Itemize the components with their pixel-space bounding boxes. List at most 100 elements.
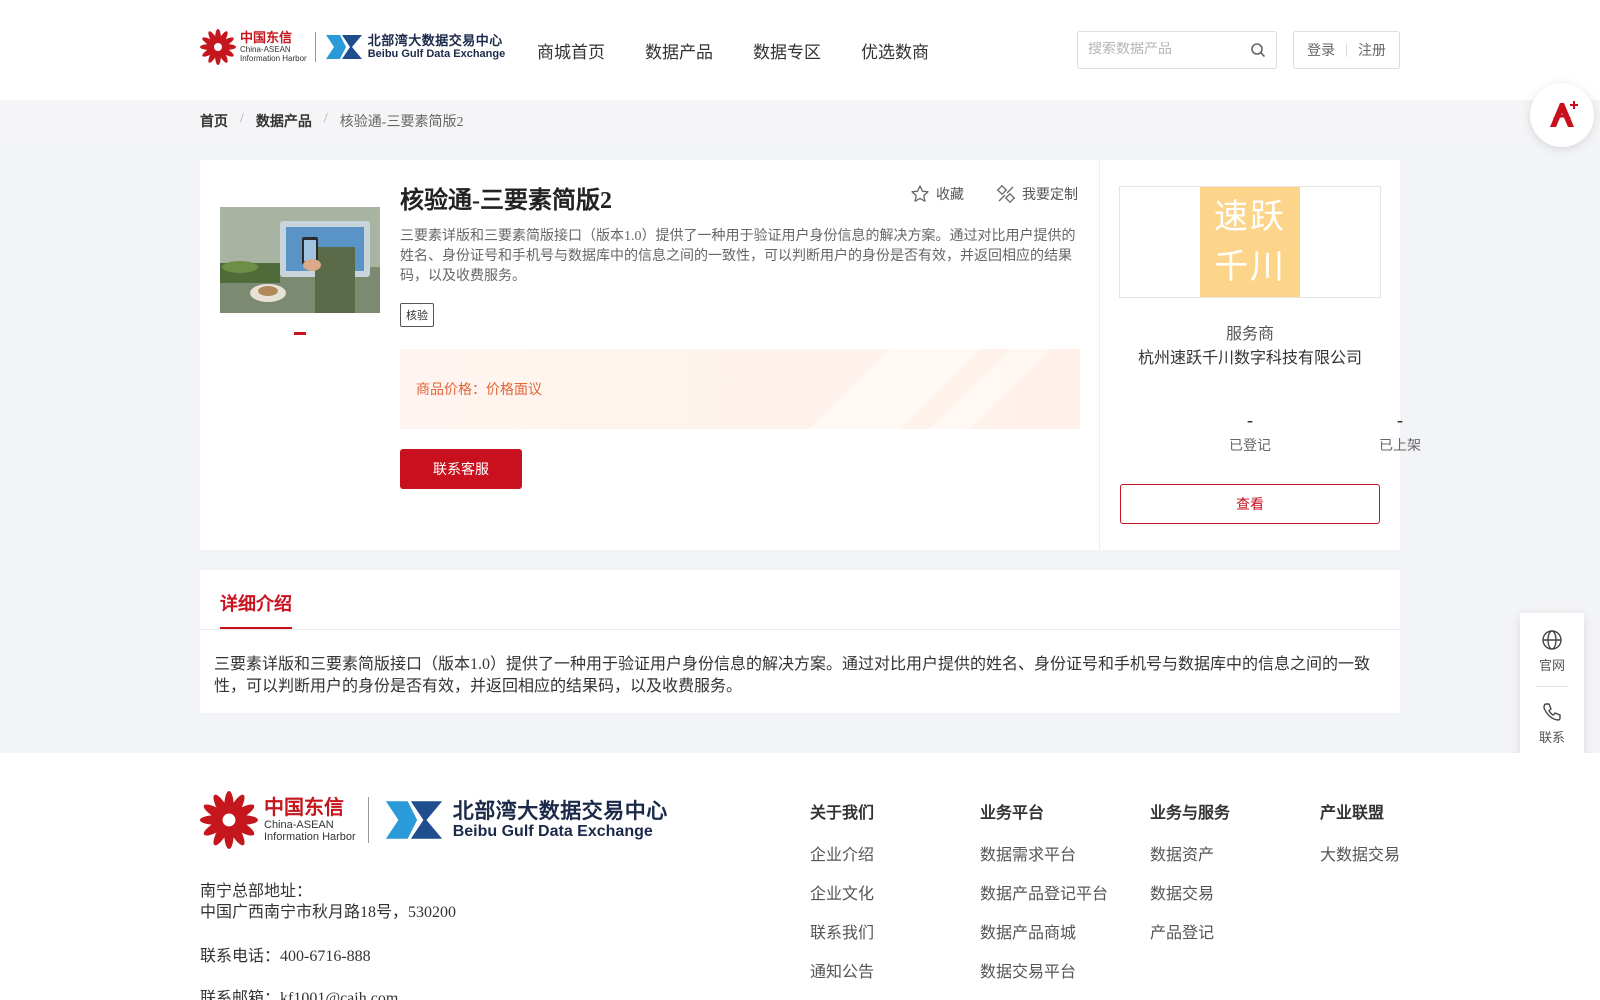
- nav-data-products[interactable]: 数据产品: [645, 38, 713, 63]
- footer-logo-en-line1: China-ASEAN: [264, 819, 334, 831]
- vendor-logo: 速跃 千川: [1200, 187, 1300, 297]
- registered-stat: - 已登记: [1205, 410, 1295, 455]
- assistant-a-plus-icon: [1550, 101, 1578, 127]
- footer-link[interactable]: 产品登记: [1150, 919, 1230, 958]
- price-panel: 商品价格：价格面议: [400, 349, 1080, 429]
- card-divider: [1099, 160, 1100, 550]
- footer-col-title: 关于我们: [810, 805, 875, 822]
- product-photo-illustration: [220, 207, 380, 313]
- customize-button[interactable]: 我要定制: [996, 184, 1078, 204]
- product-title: 核验通-三要素简版2: [400, 188, 612, 214]
- side-website-button[interactable]: 官网: [1520, 629, 1584, 674]
- footer-link[interactable]: 数据交易: [1150, 880, 1230, 919]
- login-link[interactable]: 登录: [1307, 40, 1335, 60]
- nav-mall-home[interactable]: 商城首页: [537, 38, 605, 63]
- customize-tools-icon: [996, 184, 1016, 204]
- footer-link[interactable]: 通知公告: [810, 958, 874, 997]
- tab-detail-intro[interactable]: 详细介绍: [220, 590, 292, 616]
- breadcrumb-current: 核验通-三要素简版2: [339, 115, 464, 130]
- footer-col-platform: 业务平台 数据需求平台 数据产品登记平台 数据产品商城 数据交易平台: [980, 799, 1108, 997]
- footer-link[interactable]: 数据交易平台: [980, 958, 1108, 997]
- breadcrumb: 首页 / 数据产品 / 核验通-三要素简版2: [200, 111, 463, 131]
- breadcrumb-separator: /: [323, 111, 328, 126]
- logo-en-line1: China-ASEAN: [240, 45, 291, 54]
- footer-logo2-en-text: Beibu Gulf Data Exchange: [452, 822, 653, 840]
- globe-icon: [1542, 630, 1562, 650]
- search-input[interactable]: [1088, 42, 1248, 58]
- footer-link[interactable]: 企业介绍: [810, 841, 874, 880]
- side-contact-button[interactable]: 联系: [1520, 701, 1584, 746]
- breadcrumb-bar: 首页 / 数据产品 / 核验通-三要素简版2: [0, 100, 1600, 140]
- price-text: 商品价格：价格面议: [416, 379, 542, 399]
- floating-assistant-button[interactable]: [1530, 83, 1594, 147]
- footer: 中国东信 China-ASEAN Information Harbor 北部湾大…: [0, 753, 1600, 1000]
- detail-section: 详细介绍 三要素详版和三要素简版接口（版本1.0）提供了一种用于验证用户身份信息…: [200, 570, 1400, 713]
- footer-link[interactable]: 企业文化: [810, 880, 874, 919]
- footer-col-title: 业务与服务: [1150, 805, 1231, 822]
- footer-link[interactable]: 数据需求平台: [980, 841, 1108, 880]
- footer-link[interactable]: 数据产品登记平台: [980, 880, 1108, 919]
- vendor-logo-box: 速跃 千川: [1119, 186, 1381, 298]
- footer-col-title: 产业联盟: [1320, 805, 1385, 822]
- site-logo[interactable]: 中国东信 China-ASEAN Information Harbor 北部湾大…: [200, 29, 505, 65]
- price-value: 价格面议: [486, 383, 542, 398]
- footer-address-label: 南宁总部地址：: [200, 883, 313, 900]
- star-icon: [911, 185, 929, 202]
- logo2-en-text: Beibu Gulf Data Exchange: [367, 48, 506, 60]
- side-float-divider: [1536, 686, 1568, 687]
- auth-box: 登录 注册: [1293, 31, 1400, 69]
- nav-data-zone[interactable]: 数据专区: [753, 38, 821, 63]
- breadcrumb-data-products[interactable]: 数据产品: [256, 111, 312, 131]
- side-contact-label: 联系: [1538, 730, 1565, 745]
- view-vendor-button[interactable]: 查看: [1120, 484, 1380, 524]
- detail-text: 三要素详版和三要素简版接口（版本1.0）提供了一种用于验证用户身份信息的解决方案…: [214, 656, 1371, 695]
- listed-label: 已上架: [1379, 439, 1421, 454]
- product-description: 三要素详版和三要素简版接口（版本1.0）提供了一种用于验证用户身份信息的解决方案…: [400, 229, 1076, 284]
- favorite-button[interactable]: 收藏: [910, 184, 964, 204]
- china-asean-flower-logo-icon: [200, 29, 236, 65]
- footer-email[interactable]: 联系邮箱：kf1001@caih.com: [200, 984, 398, 1000]
- contact-service-button[interactable]: 联系客服: [400, 449, 522, 489]
- logo-cn-text: 中国东信: [240, 30, 293, 45]
- breadcrumb-home[interactable]: 首页: [200, 111, 228, 131]
- footer-logo2-cn-text: 北部湾大数据交易中心: [452, 799, 668, 823]
- customize-label: 我要定制: [1022, 188, 1078, 203]
- main-nav: 商城首页 数据产品 数据专区 优选数商: [537, 38, 929, 63]
- vendor-name: 杭州速跃千川数字科技有限公司: [1137, 350, 1362, 367]
- nav-preferred-vendors[interactable]: 优选数商: [861, 38, 929, 63]
- search-icon[interactable]: [1250, 42, 1266, 58]
- logo-divider: [314, 32, 316, 62]
- vendor-logo-text-1: 速跃: [1214, 199, 1286, 236]
- footer-link[interactable]: 数据资产: [1150, 841, 1230, 880]
- registered-count: -: [1247, 410, 1253, 430]
- vendor-logo-text-2: 千川: [1214, 249, 1286, 286]
- footer-address: 南宁总部地址： 中国广西南宁市秋月路18号，530200: [200, 881, 456, 923]
- favorite-label: 收藏: [936, 188, 964, 203]
- product-tag[interactable]: 核验: [400, 303, 434, 327]
- product-card: 核验通-三要素简版2 收藏 我要定制 三要素详版和三要素简版接口（版本1.0）提…: [200, 160, 1421, 550]
- register-link[interactable]: 注册: [1358, 40, 1386, 60]
- header: 中国东信 China-ASEAN Information Harbor 北部湾大…: [0, 0, 1600, 100]
- footer-link[interactable]: 联系我们: [810, 919, 874, 958]
- footer-col-about: 关于我们 企业介绍 企业文化 联系我们 通知公告: [810, 799, 874, 997]
- vendor-label: 服务商: [1225, 326, 1274, 343]
- listed-count: -: [1397, 410, 1403, 430]
- footer-logo[interactable]: 中国东信 China-ASEAN Information Harbor 北部湾大…: [200, 791, 668, 849]
- registered-label: 已登记: [1229, 439, 1271, 454]
- logo2-cn-text: 北部湾大数据交易中心: [367, 33, 503, 48]
- search-box: [1077, 31, 1277, 69]
- beibu-gulf-logo-icon: [385, 801, 442, 839]
- footer-link[interactable]: 数据产品商城: [980, 919, 1108, 958]
- side-float-panel: 官网 联系: [1520, 613, 1584, 759]
- footer-logo-divider: [367, 797, 369, 843]
- breadcrumb-separator: /: [240, 111, 244, 126]
- footer-col-alliance: 产业联盟 大数据交易: [1320, 799, 1400, 880]
- listed-stat: - 已上架: [1355, 410, 1445, 455]
- footer-phone: 联系电话：400-6716-888: [200, 948, 371, 965]
- footer-logo-en-line2: Information Harbor: [264, 831, 356, 843]
- beibu-gulf-logo-icon: [325, 35, 362, 59]
- footer-link[interactable]: 大数据交易: [1320, 841, 1400, 880]
- product-image[interactable]: [220, 207, 380, 313]
- auth-divider: [1346, 43, 1347, 57]
- image-carousel-indicator[interactable]: [294, 332, 306, 335]
